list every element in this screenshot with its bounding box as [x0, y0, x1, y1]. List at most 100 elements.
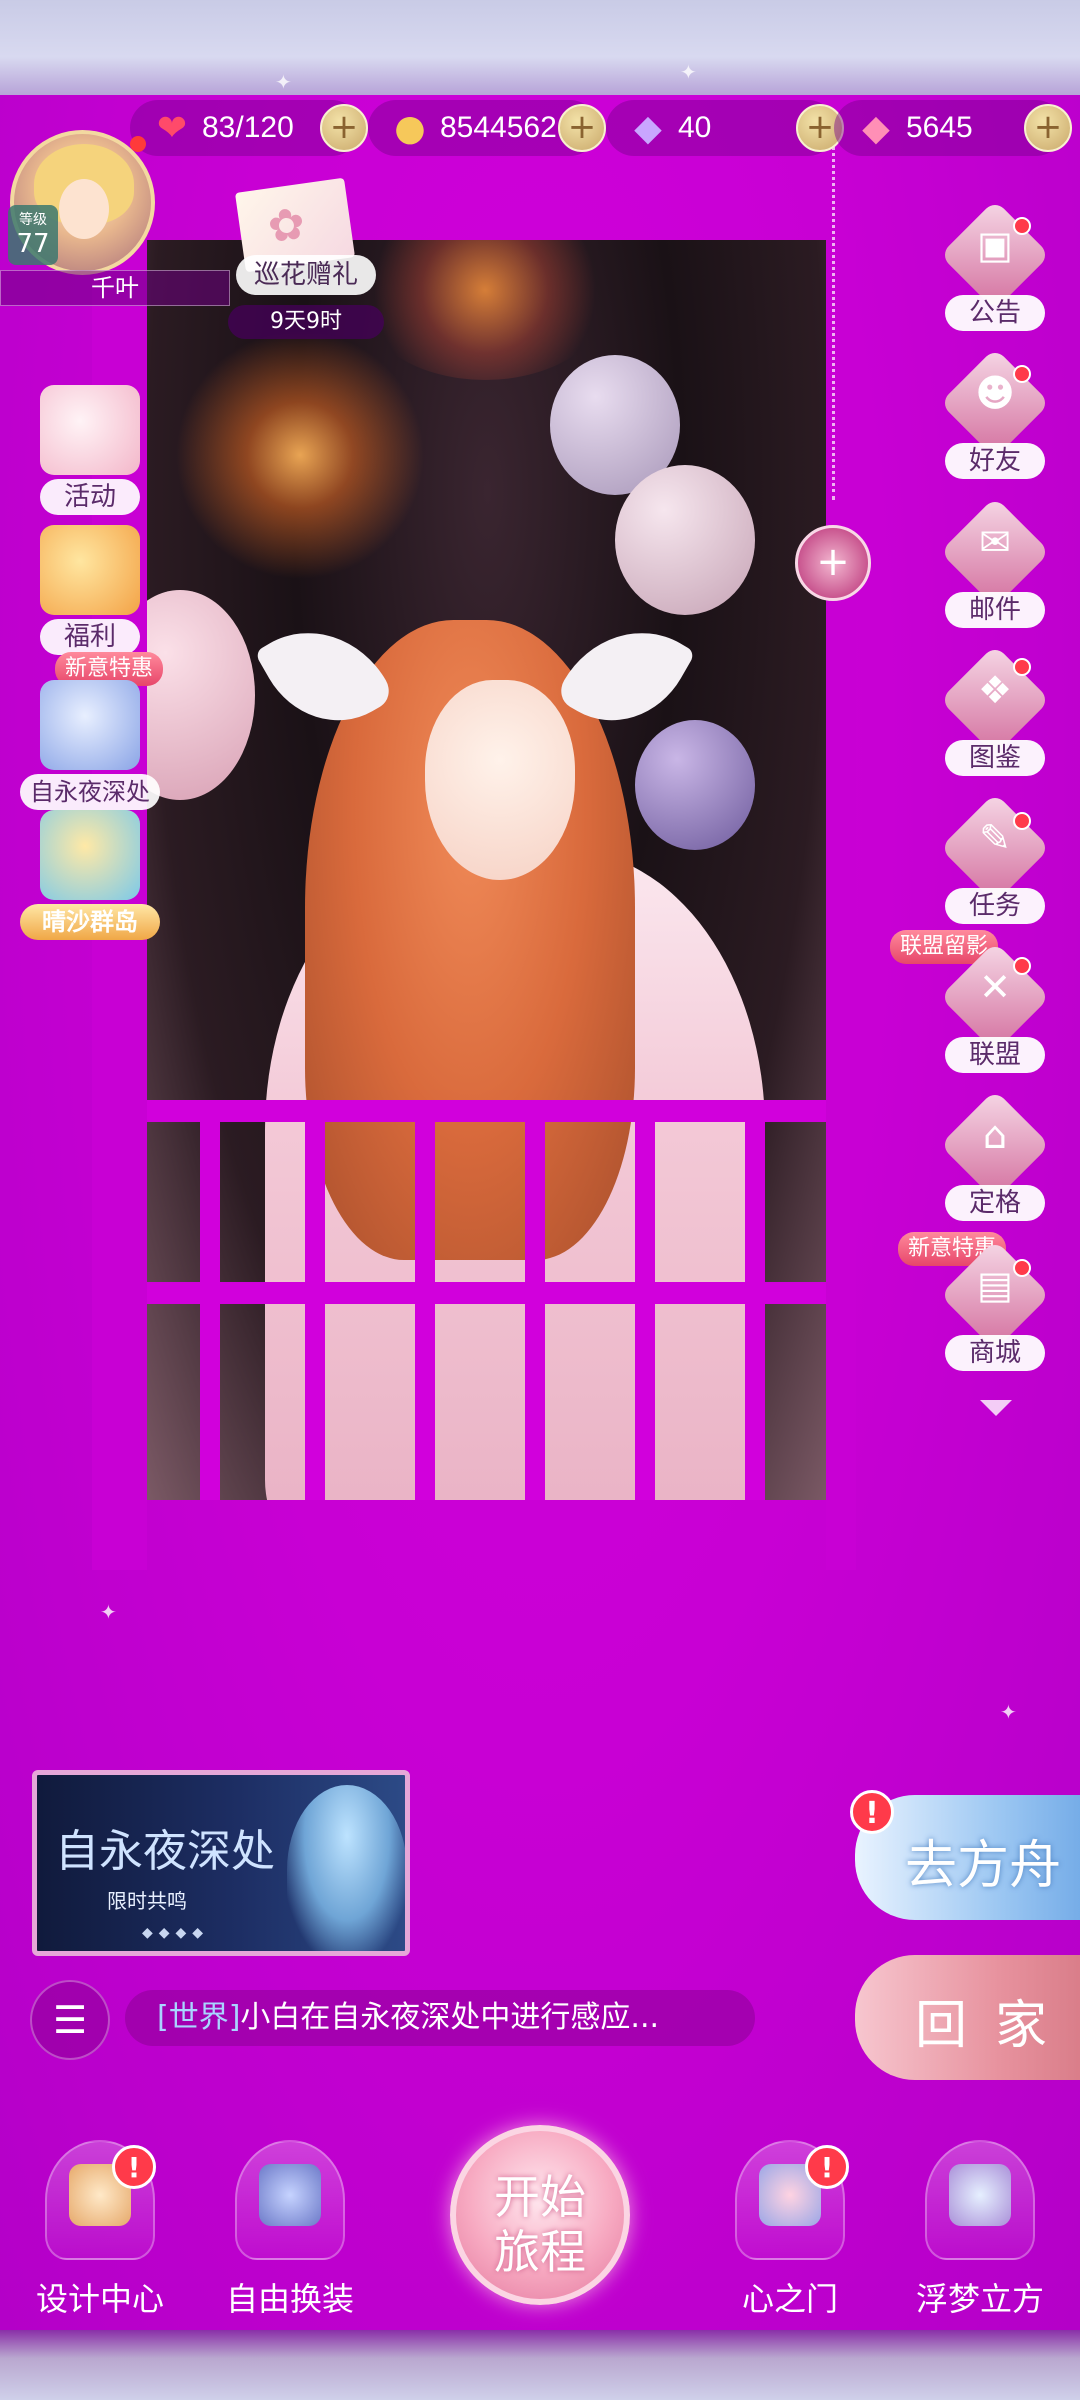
ark-alert-icon: !	[850, 1790, 894, 1834]
promo-banner[interactable]: 自永夜深处 限时共鸣 ◆◆◆◆	[32, 1770, 410, 1956]
promo-title: 自永夜深处	[55, 1826, 275, 1877]
balloon	[145, 590, 255, 800]
flower-icon: ✿	[264, 197, 309, 254]
sparkle-icon: ✦	[100, 1600, 117, 1624]
carousel-indicator: ◆◆◆◆	[142, 1925, 210, 1941]
sparkle-icon: ✦	[275, 70, 292, 94]
character-face	[425, 680, 575, 880]
nav-dream-cube[interactable]: 浮梦立方	[895, 2140, 1065, 2320]
island-star-icon	[40, 810, 140, 900]
start-journey-button[interactable]: 开始 旅程	[450, 2125, 630, 2305]
signboard-icon: ▣	[977, 223, 1013, 267]
menu-sand-islands[interactable]: 晴沙群岛	[20, 810, 160, 940]
diamond-icon: ◆	[634, 107, 662, 149]
menu-gallery-label: 图鉴	[945, 740, 1045, 776]
chat-button[interactable]: ☰	[30, 1980, 110, 2060]
add-stamina-button[interactable]: +	[320, 104, 368, 152]
menu-activity-label: 活动	[40, 479, 140, 515]
chat-message: 小白在自永夜深处中进行感应...	[240, 2000, 660, 2035]
coin-counter: ● 8544562 +	[368, 100, 606, 156]
player-name: 千叶	[0, 270, 230, 306]
start-journey-line2: 旅程	[494, 2225, 586, 2279]
crossed-swords-icon: ✕	[979, 965, 1011, 1009]
currency-bar: ❤ 83/120 + ● 8544562 + ◆ 40 + ◆ 5645 +	[130, 100, 1080, 156]
balloon	[635, 720, 755, 850]
level-value: 77	[16, 229, 50, 259]
nav-heart-gate-label: 心之门	[741, 2280, 838, 2318]
scene-frame	[826, 240, 856, 1570]
rail-bar	[145, 1282, 830, 1304]
pink-diamond-value: 5645	[906, 111, 973, 144]
menu-shop-label: 商城	[945, 1335, 1045, 1371]
rail-post	[635, 1100, 655, 1500]
chevron-down-icon[interactable]	[980, 1400, 1012, 1416]
friends-dot	[1013, 365, 1031, 383]
activity-icon	[40, 385, 140, 475]
announcement-dot	[1013, 217, 1031, 235]
firework	[175, 330, 425, 580]
menu-mail-label: 邮件	[945, 592, 1045, 628]
nav-heart-gate[interactable]: 心之门	[705, 2140, 875, 2320]
menu-sand-islands-label: 晴沙群岛	[20, 904, 160, 940]
nav-free-dressing[interactable]: 自由换装	[205, 2140, 375, 2320]
chat-bubble-icon: ☰	[52, 1998, 88, 2042]
rail-post	[745, 1100, 765, 1500]
character-scene[interactable]	[145, 240, 830, 1500]
menu-gallery[interactable]: ❖ 图鉴	[935, 644, 1055, 780]
go-home-button[interactable]: 回家	[855, 1955, 1080, 2080]
level-label: 等级	[19, 212, 47, 228]
chat-channel: [世界]	[157, 2000, 241, 2035]
promo-subtitle: 限时共鸣	[107, 1889, 187, 1913]
menu-pose[interactable]: ⌂ 定格	[935, 1089, 1055, 1225]
design-center-alert-icon: !	[112, 2145, 156, 2189]
rail-post	[415, 1100, 435, 1500]
eternal-night-icon	[40, 680, 140, 770]
add-pink-diamond-button[interactable]: +	[1024, 104, 1072, 152]
heart-icon: ❤	[156, 107, 188, 149]
menu-welfare-label: 福利	[40, 619, 140, 655]
sparkle-icon: ✦	[1000, 1700, 1017, 1724]
menu-welfare[interactable]: 福利	[30, 525, 150, 655]
diamond-value: 40	[678, 111, 712, 144]
menu-eternal-night[interactable]: 自永夜深处	[20, 680, 160, 810]
bottom-strip	[0, 2330, 1080, 2400]
menu-friends-label: 好友	[945, 443, 1045, 479]
nav-dream-cube-label: 浮梦立方	[915, 2280, 1044, 2318]
alliance-dot	[1013, 957, 1031, 975]
rail-post	[200, 1100, 220, 1500]
pink-diamond-icon: ◆	[862, 107, 890, 149]
rail-post	[525, 1100, 545, 1500]
avatar-notification-dot	[130, 136, 146, 152]
rail-bar	[145, 1100, 830, 1122]
event-timer: 9天9时	[228, 305, 384, 339]
menu-alliance-label: 联盟	[945, 1037, 1045, 1073]
diamond-counter: ◆ 40 +	[606, 100, 844, 156]
top-status-strip	[0, 0, 1080, 95]
add-coin-button[interactable]: +	[558, 104, 606, 152]
avatar-face	[59, 179, 109, 239]
menu-friends[interactable]: ☻ 好友	[935, 347, 1055, 483]
world-chat-bar[interactable]: [世界]小白在自永夜深处中进行感应...	[125, 1990, 755, 2046]
add-scene-button[interactable]: +	[795, 525, 871, 601]
menu-announcement-label: 公告	[945, 295, 1045, 331]
envelope-icon: ✉	[979, 520, 1011, 564]
menu-shop[interactable]: ▤ 商城	[935, 1239, 1055, 1375]
coin-value: 8544562	[440, 111, 557, 144]
free-dressing-icon	[235, 2140, 345, 2260]
menu-pose-label: 定格	[945, 1185, 1045, 1221]
rail-post	[305, 1100, 325, 1500]
menu-alliance[interactable]: ✕ 联盟	[935, 941, 1055, 1077]
nav-free-dressing-label: 自由换装	[225, 2280, 354, 2318]
go-home-label: 回家	[915, 1996, 1076, 2056]
person-icon: ☻	[975, 371, 1015, 415]
menu-tasks-label: 任务	[945, 888, 1045, 924]
menu-activity[interactable]: 活动	[30, 385, 150, 515]
menu-announcement[interactable]: ▣ 公告	[935, 199, 1055, 335]
menu-tasks[interactable]: ✎ 任务	[935, 792, 1055, 928]
book-icon: ❖	[977, 668, 1013, 712]
event-label[interactable]: 巡花赠礼	[236, 255, 376, 295]
nav-design-center[interactable]: 设计中心	[15, 2140, 185, 2320]
menu-mail[interactable]: ✉ 邮件	[935, 496, 1055, 632]
promo-character	[287, 1785, 405, 1951]
dress-portrait-icon	[259, 2164, 321, 2226]
